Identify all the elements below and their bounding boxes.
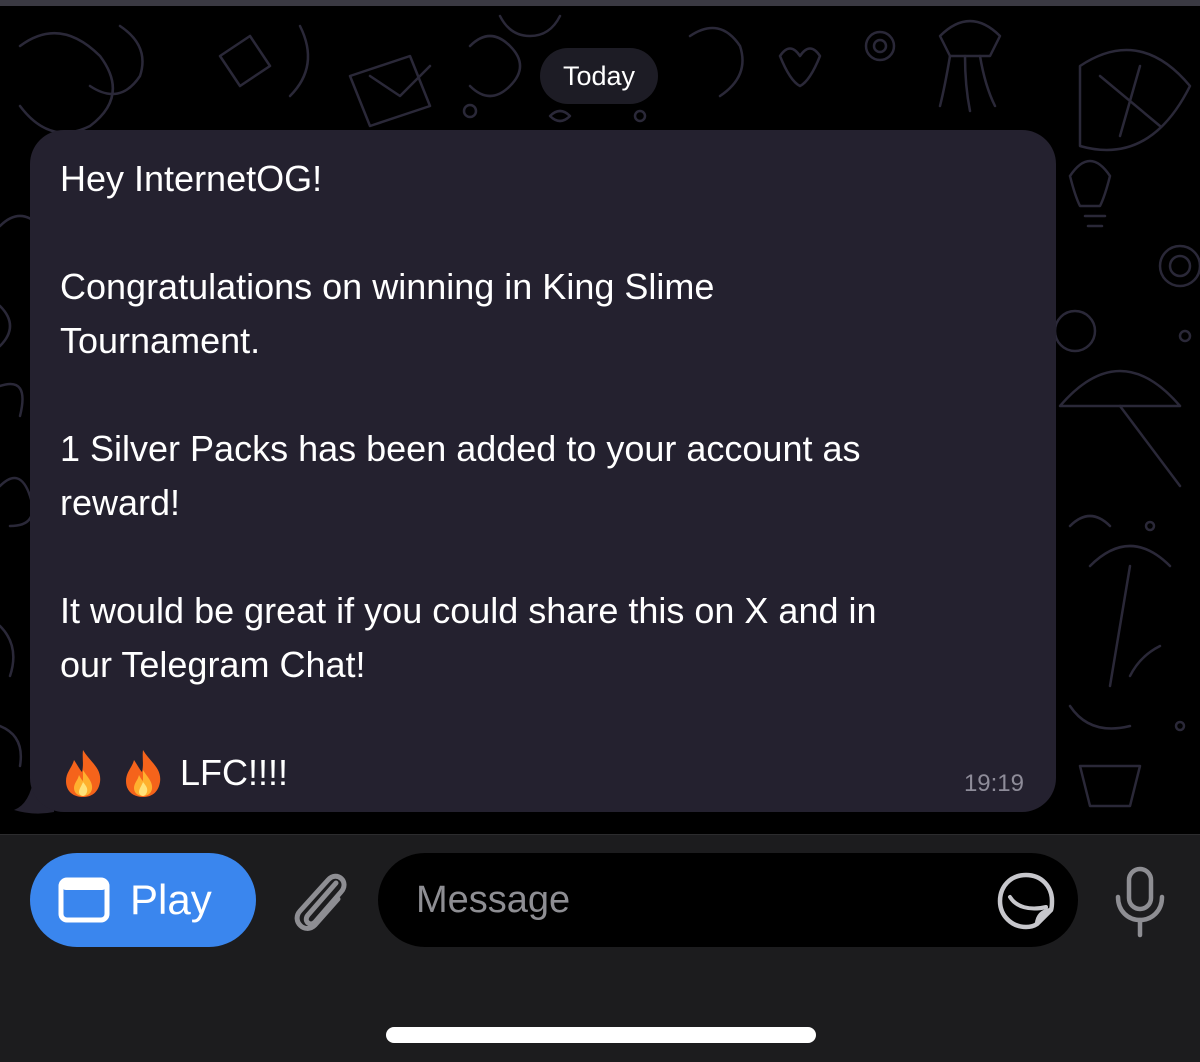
message-line: reward! — [60, 482, 181, 523]
message-line — [60, 368, 1026, 422]
microphone-icon[interactable] — [1110, 865, 1170, 939]
message-line — [60, 692, 1026, 746]
message-input[interactable]: Message — [378, 853, 1078, 947]
message-line: Congratulations on winning in King Slime — [60, 266, 715, 307]
window-icon — [58, 877, 110, 923]
message-composer: Play Message — [0, 834, 1200, 1062]
message-line: It would be great if you could share thi… — [60, 590, 877, 631]
home-indicator — [386, 1027, 816, 1043]
sticker-icon[interactable] — [996, 871, 1056, 931]
play-button-label: Play — [130, 876, 212, 923]
message-line: our Telegram Chat! — [60, 644, 366, 685]
message-emoji-text: LFC!!!! — [180, 752, 289, 793]
incoming-message-bubble[interactable]: Hey InternetOG! Congratulations on winni… — [30, 130, 1056, 812]
message-line: Hey InternetOG! — [60, 158, 323, 199]
chat-area[interactable]: Today Hey InternetOG! Congratulations on… — [0, 6, 1200, 834]
message-line — [60, 206, 1026, 260]
message-line: Tournament. — [60, 320, 261, 361]
play-button[interactable]: Play — [30, 853, 256, 947]
message-emoji-line: LFC!!!! — [60, 746, 1026, 800]
date-separator: Today — [540, 48, 658, 104]
message-input-placeholder: Message — [416, 878, 571, 921]
message-line: 1 Silver Packs has been added to your ac… — [60, 428, 861, 469]
message-line — [60, 530, 1026, 584]
fire-icon — [66, 750, 101, 797]
fire-icon — [126, 750, 161, 797]
message-timestamp: 19:19 — [963, 770, 1024, 797]
telegram-chat-screen: Today Hey InternetOG! Congratulations on… — [0, 0, 1200, 1062]
paperclip-icon[interactable] — [284, 865, 354, 939]
